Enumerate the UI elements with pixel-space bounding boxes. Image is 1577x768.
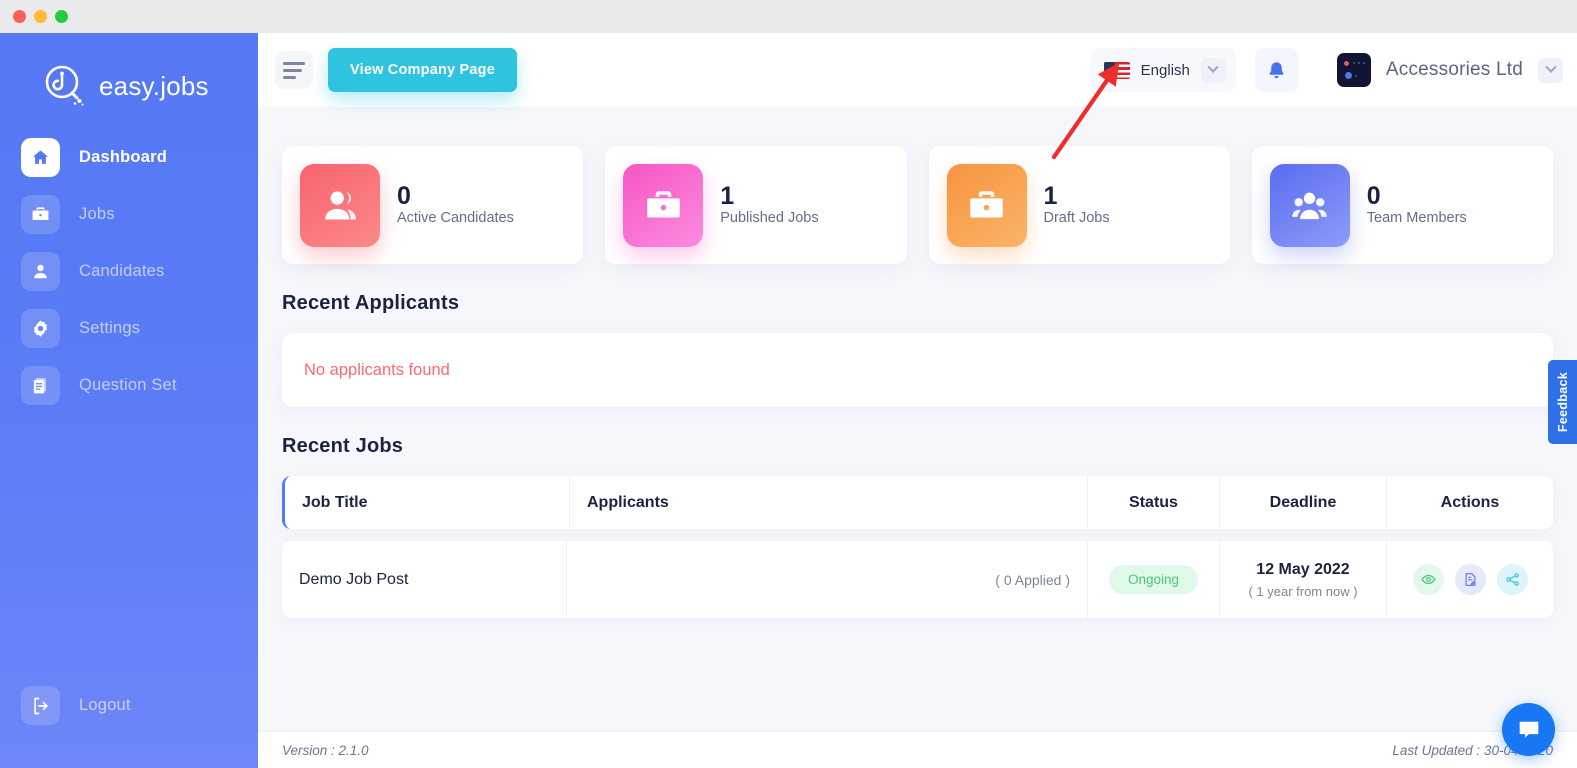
stat-label: Active Candidates [397, 210, 514, 227]
avatar [1336, 53, 1371, 87]
briefcase-icon [21, 195, 60, 234]
column-header-actions: Actions [1440, 493, 1500, 511]
easyjobs-logo-icon [42, 63, 88, 109]
sidebar-item-label: Question Set [79, 376, 177, 394]
deadline-date: 12 May 2022 [1256, 560, 1350, 578]
feedback-tab[interactable]: Feedback [1548, 360, 1577, 444]
document-icon [21, 366, 60, 405]
us-flag-icon [1103, 61, 1130, 79]
sidebar: easy.jobs Dashboard Jobs Candidates Sett… [0, 33, 258, 768]
brand-logo[interactable]: easy.jobs [0, 33, 258, 109]
deadline-relative: ( 1 year from now ) [1248, 583, 1358, 599]
cell-status: Ongoing [1088, 541, 1220, 618]
company-name: Accessories Ltd [1385, 59, 1523, 80]
user-icon [21, 252, 60, 291]
window-titlebar [0, 0, 1577, 33]
column-header-status: Status [1088, 476, 1220, 529]
recent-applicants-panel: No applicants found [282, 333, 1553, 407]
stat-card-team-members[interactable]: 0 Team Members [1251, 146, 1553, 264]
column-header-applicants: Applicants [570, 476, 1088, 529]
sidebar-item-logout[interactable]: Logout [0, 683, 131, 728]
sidebar-item-label: Settings [79, 319, 141, 337]
stat-value: 1 [1043, 181, 1058, 210]
language-selector[interactable]: English [1089, 48, 1236, 92]
stat-label: Published Jobs [720, 210, 819, 227]
hamburger-icon[interactable] [275, 51, 313, 89]
cell-job-title: Demo Job Post [282, 541, 567, 618]
recent-jobs-table: Job Title Applicants Status Deadline Act… [282, 476, 1553, 618]
briefcase-icon [623, 163, 704, 247]
gear-icon [21, 309, 60, 348]
eye-icon[interactable] [1412, 564, 1444, 595]
table-row[interactable]: Demo Job Post ( 0 Applied ) Ongoing 12 M… [282, 541, 1553, 618]
column-header-job-title: Job Title [285, 476, 570, 529]
chevron-down-icon[interactable] [1538, 57, 1563, 83]
sidebar-item-settings[interactable]: Settings [0, 306, 258, 351]
topbar-right-group: English Accessories Ltd [1089, 48, 1577, 92]
cell-actions [1387, 541, 1553, 618]
account-menu[interactable]: Accessories Ltd [1336, 53, 1563, 87]
view-company-page-button[interactable]: View Company Page [328, 48, 517, 92]
feedback-tab-label: Feedback [1555, 371, 1570, 433]
sidebar-nav: Dashboard Jobs Candidates Settings Quest… [0, 135, 258, 408]
window-close-button[interactable] [13, 10, 26, 23]
language-label: English [1140, 61, 1190, 79]
chevron-down-icon[interactable] [1200, 57, 1226, 83]
recent-applicants-title: Recent Applicants [282, 292, 460, 314]
sidebar-item-candidates[interactable]: Candidates [0, 249, 258, 294]
stat-cards: 0 Active Candidates 1 Published Jobs 1 D… [258, 107, 1577, 264]
stat-label: Team Members [1366, 210, 1467, 227]
stat-card-active-candidates[interactable]: 0 Active Candidates [282, 146, 584, 264]
stat-value: 1 [720, 181, 735, 210]
stat-card-draft-jobs[interactable]: 1 Draft Jobs [928, 146, 1230, 264]
chat-bubble-icon[interactable] [1502, 703, 1555, 756]
sidebar-item-label: Jobs [79, 205, 115, 223]
share-icon[interactable] [1496, 564, 1528, 595]
table-header-row: Job Title Applicants Status Deadline Act… [282, 476, 1553, 529]
edit-document-icon[interactable] [1454, 564, 1486, 595]
briefcase-icon [946, 163, 1027, 247]
cell-deadline: 12 May 2022 ( 1 year from now ) [1220, 541, 1387, 618]
stat-card-published-jobs[interactable]: 1 Published Jobs [605, 146, 907, 264]
sidebar-item-label: Logout [79, 696, 131, 714]
column-header-deadline: Deadline [1220, 476, 1387, 529]
candidates-icon [300, 163, 380, 247]
footer: Version : 2.1.0 Last Updated : 30-04-202… [258, 731, 1577, 768]
top-bar: View Company Page English Accessories Lt… [258, 33, 1577, 107]
sidebar-item-question-set[interactable]: Question Set [0, 363, 258, 408]
notification-bell-icon[interactable] [1254, 48, 1299, 92]
empty-state-message: No applicants found [304, 360, 450, 379]
window-minimize-button[interactable] [34, 10, 47, 23]
version-text: Version : 2.1.0 [282, 742, 369, 758]
team-icon [1269, 163, 1350, 247]
sidebar-item-jobs[interactable]: Jobs [0, 192, 258, 237]
stat-label: Draft Jobs [1043, 210, 1110, 227]
status-badge: Ongoing [1108, 565, 1199, 594]
window-maximize-button[interactable] [55, 10, 68, 23]
stat-value: 0 [397, 181, 411, 210]
home-icon [21, 138, 60, 177]
sidebar-item-label: Candidates [79, 262, 165, 280]
sidebar-item-label: Dashboard [79, 148, 167, 166]
brand-name: easy.jobs [99, 70, 209, 101]
recent-jobs-title: Recent Jobs [282, 435, 404, 457]
sidebar-item-dashboard[interactable]: Dashboard [0, 135, 258, 180]
logout-icon [21, 686, 60, 725]
cell-applicants: ( 0 Applied ) [567, 541, 1088, 618]
stat-value: 0 [1366, 181, 1381, 210]
main-content: 0 Active Candidates 1 Published Jobs 1 D… [258, 107, 1577, 731]
